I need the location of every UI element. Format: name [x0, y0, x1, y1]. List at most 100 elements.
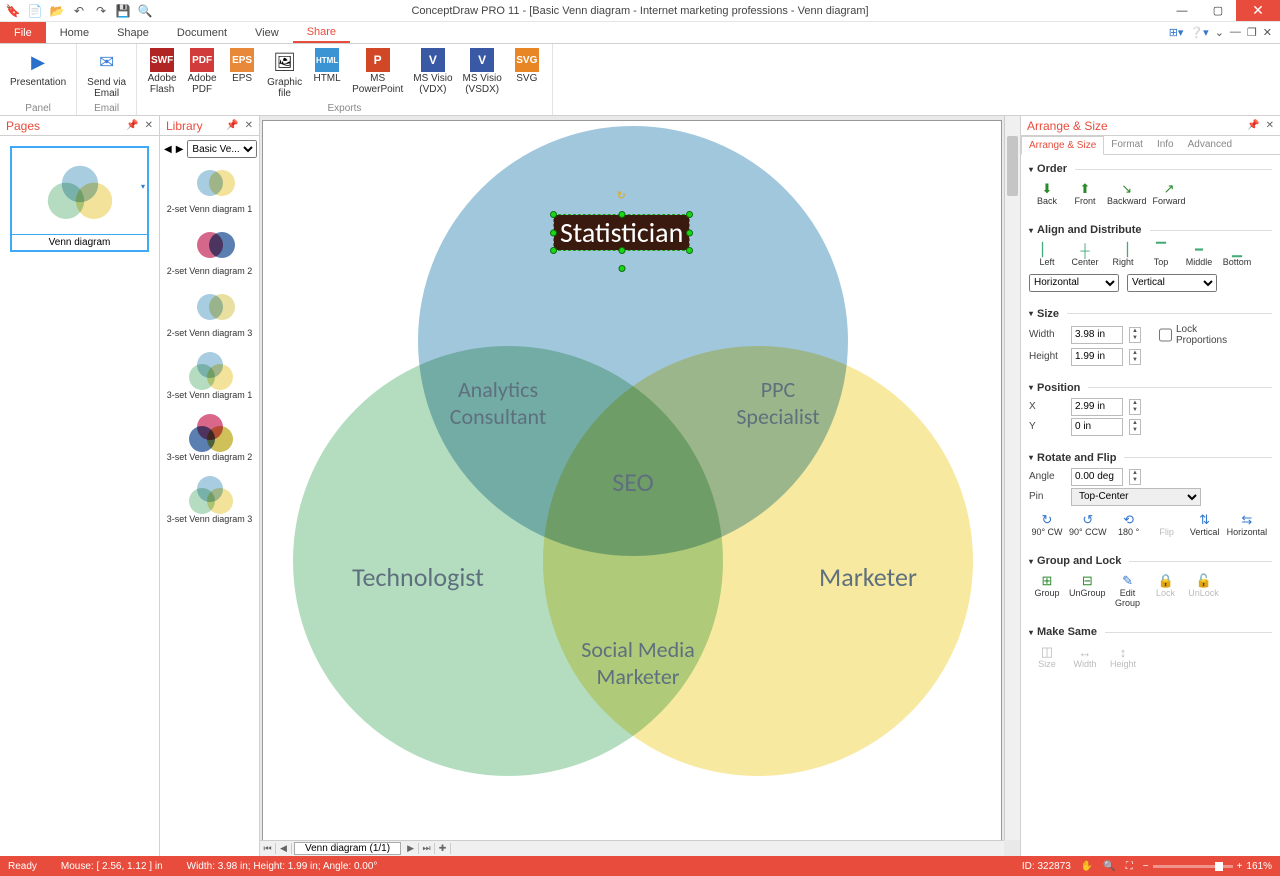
- minimize-child-icon[interactable]: —: [1230, 26, 1241, 39]
- close-button[interactable]: ✕: [1236, 0, 1280, 21]
- width-input[interactable]: [1071, 326, 1123, 344]
- selected-text-statistician[interactable]: ↻ Statistician: [553, 214, 690, 251]
- tab-add-icon[interactable]: ✚: [435, 843, 451, 854]
- zoom-tool-icon[interactable]: 🔍: [1103, 861, 1115, 872]
- maximize-button[interactable]: ▢: [1200, 0, 1236, 21]
- unlock-button[interactable]: 🔓UnLock: [1186, 571, 1222, 610]
- tab-document[interactable]: Document: [163, 22, 241, 43]
- library-item[interactable]: 3-set Venn diagram 3: [160, 472, 259, 534]
- restore-child-icon[interactable]: ❐: [1247, 26, 1257, 39]
- zoom-in-icon[interactable]: +: [1237, 861, 1243, 872]
- align-right-button[interactable]: ▕Right: [1105, 240, 1141, 269]
- label-social[interactable]: Social Media Marketer: [548, 636, 728, 690]
- export-eps-button[interactable]: EPSEPS: [223, 46, 261, 102]
- lib-next-icon[interactable]: ▶: [176, 144, 184, 155]
- angle-input[interactable]: [1071, 468, 1123, 486]
- order-front-button[interactable]: ⬆Front: [1067, 179, 1103, 208]
- panels-icon[interactable]: ⊞▾: [1169, 26, 1184, 39]
- zoom-out-icon[interactable]: −: [1143, 861, 1149, 872]
- save-icon[interactable]: 💾: [116, 4, 130, 18]
- subtab-advanced[interactable]: Advanced: [1181, 136, 1239, 154]
- library-item[interactable]: 2-set Venn diagram 2: [160, 224, 259, 286]
- flip-h-button[interactable]: ⇆Horizontal: [1225, 510, 1270, 539]
- close-panel-icon[interactable]: ✕: [1266, 120, 1274, 131]
- presentation-button[interactable]: ▶ Presentation: [6, 46, 70, 102]
- zoom-value[interactable]: 161%: [1246, 861, 1272, 872]
- close-child-icon[interactable]: ✕: [1263, 26, 1272, 39]
- canvas-viewport[interactable]: ↻ Statistician Analytics Consultant PPC: [260, 116, 1004, 840]
- pan-icon[interactable]: ✋: [1081, 861, 1093, 872]
- resize-handle[interactable]: [618, 247, 625, 254]
- tab-last-icon[interactable]: ⏭: [419, 843, 435, 854]
- label-technologist[interactable]: Technologist: [318, 561, 518, 593]
- same-width-button[interactable]: ↔Width: [1067, 642, 1103, 671]
- export-vsdx-button[interactable]: VMS Visio (VSDX): [459, 46, 506, 102]
- export-vdx-button[interactable]: VMS Visio (VDX): [409, 46, 456, 102]
- resize-handle[interactable]: [550, 229, 557, 236]
- section-position[interactable]: Position: [1029, 382, 1272, 394]
- subtab-format[interactable]: Format: [1104, 136, 1150, 154]
- fit-page-icon[interactable]: ⛶: [1126, 861, 1133, 872]
- tab-view[interactable]: View: [241, 22, 293, 43]
- y-spinner[interactable]: ▲▼: [1129, 419, 1141, 435]
- tab-share[interactable]: Share: [293, 22, 350, 43]
- tab-prev-icon[interactable]: ◀: [276, 843, 292, 854]
- lib-prev-icon[interactable]: ◀: [164, 144, 172, 155]
- resize-handle[interactable]: [550, 247, 557, 254]
- export-svg-button[interactable]: SVGSVG: [508, 46, 546, 102]
- align-bottom-button[interactable]: ▁Bottom: [1219, 240, 1255, 269]
- width-spinner[interactable]: ▲▼: [1129, 327, 1141, 343]
- lock-proportions-checkbox[interactable]: [1159, 326, 1172, 344]
- undo-icon[interactable]: ↶: [72, 4, 86, 18]
- align-top-button[interactable]: ▔Top: [1143, 240, 1179, 269]
- subtab-info[interactable]: Info: [1150, 136, 1181, 154]
- library-item[interactable]: 3-set Venn diagram 1: [160, 348, 259, 410]
- rotate-180-button[interactable]: ⟲180 °: [1111, 510, 1147, 539]
- export-html-button[interactable]: HTMLHTML: [308, 46, 346, 102]
- rotate-cw-button[interactable]: ↻90° CW: [1029, 510, 1065, 539]
- page-tab[interactable]: Venn diagram (1/1): [294, 842, 401, 855]
- resize-handle[interactable]: [550, 211, 557, 218]
- distribute-h-select[interactable]: Horizontal: [1029, 274, 1119, 292]
- align-left-button[interactable]: ▏Left: [1029, 240, 1065, 269]
- flip-v-button[interactable]: ⇅Vertical: [1187, 510, 1223, 539]
- resize-handle[interactable]: [686, 229, 693, 236]
- close-panel-icon[interactable]: ✕: [245, 120, 253, 131]
- label-analytics[interactable]: Analytics Consultant: [418, 376, 578, 430]
- height-spinner[interactable]: ▲▼: [1129, 349, 1141, 365]
- label-ppc[interactable]: PPC Specialist: [708, 376, 848, 430]
- section-rotate[interactable]: Rotate and Flip: [1029, 452, 1272, 464]
- tab-home[interactable]: Home: [46, 22, 103, 43]
- page-thumbnail[interactable]: ▾ Venn diagram: [10, 146, 149, 252]
- minimize-button[interactable]: —: [1164, 0, 1200, 21]
- new-icon[interactable]: 📄: [28, 4, 42, 18]
- drawing-page[interactable]: ↻ Statistician Analytics Consultant PPC: [262, 120, 1002, 840]
- export-graphic-button[interactable]: 🖼Graphic file: [263, 46, 306, 102]
- library-select[interactable]: Basic Ve...: [187, 140, 257, 158]
- x-input[interactable]: [1071, 398, 1123, 416]
- resize-handle[interactable]: [618, 265, 625, 272]
- library-item[interactable]: 2-set Venn diagram 3: [160, 286, 259, 348]
- same-height-button[interactable]: ↕Height: [1105, 642, 1141, 671]
- tab-file[interactable]: File: [0, 22, 46, 43]
- x-spinner[interactable]: ▲▼: [1129, 399, 1141, 415]
- library-item[interactable]: 2-set Venn diagram 1: [160, 162, 259, 224]
- align-middle-button[interactable]: ━Middle: [1181, 240, 1217, 269]
- align-center-button[interactable]: ┼Center: [1067, 240, 1103, 269]
- open-icon[interactable]: 📂: [50, 4, 64, 18]
- export-flash-button[interactable]: SWFAdobe Flash: [143, 46, 181, 102]
- height-input[interactable]: [1071, 348, 1123, 366]
- pin-select[interactable]: Top-Center: [1071, 488, 1201, 506]
- collapse-ribbon-icon[interactable]: ⌄: [1215, 26, 1224, 39]
- export-ppt-button[interactable]: PMS PowerPoint: [348, 46, 407, 102]
- send-email-button[interactable]: ✉ Send via Email: [83, 46, 130, 102]
- y-input[interactable]: [1071, 418, 1123, 436]
- export-pdf-button[interactable]: PDFAdobe PDF: [183, 46, 221, 102]
- close-panel-icon[interactable]: ✕: [145, 120, 153, 131]
- same-size-button[interactable]: ◫Size: [1029, 642, 1065, 671]
- subtab-arrange[interactable]: Arrange & Size: [1021, 136, 1104, 155]
- section-order[interactable]: Order: [1029, 163, 1272, 175]
- section-align[interactable]: Align and Distribute: [1029, 224, 1272, 236]
- zoom-slider[interactable]: [1153, 865, 1233, 868]
- lock-button[interactable]: 🔒Lock: [1148, 571, 1184, 610]
